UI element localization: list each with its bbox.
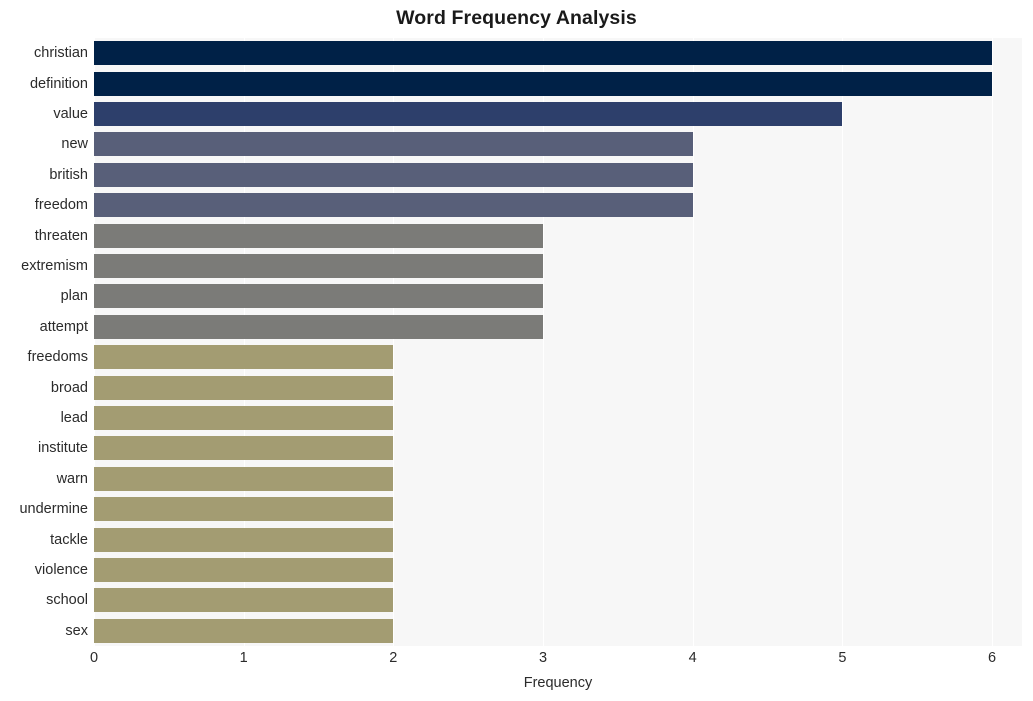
bar-school[interactable] [94,588,394,613]
bar-violence[interactable] [94,558,394,582]
plot-area [94,38,1022,646]
y-tick-new: new [61,136,88,153]
bar-row [94,71,1022,96]
bar-value[interactable] [94,102,843,126]
x-gridline [692,38,694,646]
y-tick-broad: broad [50,379,88,396]
y-tick-british: british [49,166,88,183]
y-tick-christian: christian [34,45,88,62]
bar-row [94,436,1022,461]
bar-definition[interactable] [94,71,993,96]
x-tick-6: 6 [988,650,997,666]
x-gridline [243,38,245,646]
bar-row [94,223,1022,248]
x-axis-label: Frequency [523,675,593,691]
y-tick-violence: violence [34,562,88,578]
y-tick-school: school [46,592,88,609]
x-gridline [94,38,95,646]
bar-row [94,254,1022,278]
bar-row [94,314,1022,339]
bar-row [94,466,1022,491]
bar-tackle[interactable] [94,527,394,552]
bar-row [94,132,1022,157]
x-gridline [842,38,844,646]
bar-row [94,284,1022,309]
bar-row [94,345,1022,370]
bar-extremism[interactable] [94,254,544,278]
bar-row [94,588,1022,613]
bar-warn[interactable] [94,466,394,491]
x-gridline [543,38,545,646]
bar-row [94,375,1022,400]
bar-undermine[interactable] [94,497,394,522]
y-tick-attempt: attempt [39,318,88,335]
y-axis-tick-labels: christian definition value new british freedo… [0,38,88,646]
bar-freedoms[interactable] [94,345,394,370]
bar-row [94,497,1022,522]
word-frequency-chart: Word Frequency Analysis christian definit… [0,0,1033,701]
x-gridline [393,38,395,646]
bar-row [94,41,1022,66]
y-tick-value: value [53,106,88,122]
bar-plan[interactable] [94,284,544,309]
bar-british[interactable] [94,162,693,187]
y-tick-freedoms: freedoms [27,349,88,366]
bar-freedom[interactable] [94,193,693,218]
x-tick-1: 1 [239,650,248,666]
y-tick-institute: institute [38,440,88,457]
y-tick-undermine: undermine [19,501,88,518]
y-tick-warn: warn [56,470,88,487]
chart-title: Word Frequency Analysis [396,7,637,29]
bar-broad[interactable] [94,375,394,400]
x-tick-4: 4 [688,650,697,666]
bar-christian[interactable] [94,41,993,66]
x-gridline [992,38,994,646]
y-tick-threaten: threaten [34,227,88,244]
y-tick-freedom: freedom [34,197,88,214]
x-tick-5: 5 [838,650,847,666]
bar-row [94,102,1022,126]
bar-institute[interactable] [94,436,394,461]
x-axis-tick-labels: 0 1 2 3 4 5 6 [0,650,1033,672]
bar-row [94,162,1022,187]
x-tick-0: 0 [89,650,99,666]
y-tick-extremism: extremism [21,258,88,274]
y-tick-lead: lead [60,410,88,426]
y-tick-definition: definition [29,75,88,92]
bar-new[interactable] [94,132,693,157]
bar-row [94,527,1022,552]
bar-attempt[interactable] [94,314,544,339]
bar-row [94,406,1022,430]
x-tick-2: 2 [389,650,398,666]
y-tick-plan: plan [60,288,88,305]
bar-row [94,558,1022,582]
bar-threaten[interactable] [94,223,544,248]
bar-row [94,193,1022,218]
bar-sex[interactable] [94,618,394,643]
y-tick-tackle: tackle [50,531,88,548]
y-tick-sex: sex [65,622,88,639]
bar-row [94,618,1022,643]
x-tick-3: 3 [538,650,548,666]
bar-lead[interactable] [94,406,394,430]
